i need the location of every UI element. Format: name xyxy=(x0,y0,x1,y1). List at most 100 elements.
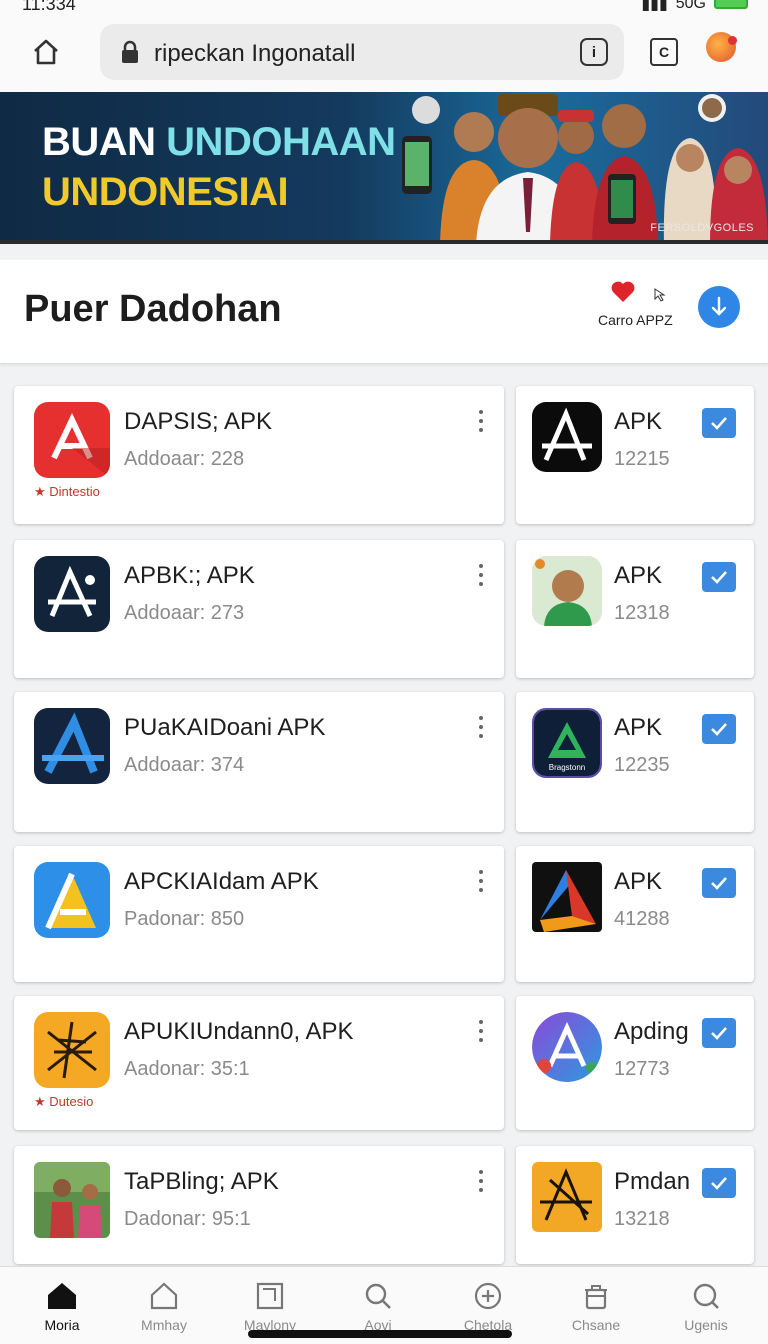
home-indicator[interactable] xyxy=(248,1330,512,1338)
app-downloads: Addoaar: 374 xyxy=(124,754,245,776)
promo-banner[interactable]: BUAN UNDOHAAN UNDONESIAI FERSOLDVGOLES xyxy=(0,92,768,244)
app-icon xyxy=(532,1012,602,1082)
banner-subheadline: UNDONESIAI xyxy=(42,170,289,214)
app-card-compact[interactable]: Bragstonn APK 12235 xyxy=(516,692,754,832)
nav-item-chsane[interactable]: Chsane xyxy=(546,1279,646,1333)
check-icon xyxy=(711,417,727,430)
more-vertical-icon[interactable] xyxy=(478,410,484,432)
featured-tag-text: Dintestio xyxy=(49,484,100,499)
more-vertical-icon[interactable] xyxy=(478,716,484,738)
address-bar[interactable]: ripeckan Ingonatall i xyxy=(100,24,624,80)
app-card[interactable]: APCKIAIdam APK Padonar: 850 xyxy=(14,846,504,982)
checkbox-checked[interactable] xyxy=(702,1018,736,1048)
info-icon[interactable]: i xyxy=(580,38,608,66)
nav-label: Chsane xyxy=(571,1317,621,1333)
battery-icon xyxy=(714,0,748,9)
nav-item-mmhay[interactable]: Mmhay xyxy=(114,1279,214,1333)
checkbox-checked[interactable] xyxy=(702,714,736,744)
tabs-button[interactable]: C xyxy=(650,38,678,66)
nav-item-chetola[interactable]: Chetola xyxy=(438,1279,538,1333)
app-icon xyxy=(532,556,602,626)
banner-credit: FERSOLDVGOLES xyxy=(650,222,754,234)
nav-label: Moria xyxy=(44,1317,80,1333)
download-button[interactable] xyxy=(698,286,740,328)
app-name: APCKIAIdam APK xyxy=(124,868,319,895)
banner-headline: BUAN UNDOHAAN xyxy=(42,120,396,165)
app-downloads: Padonar: 850 xyxy=(124,908,245,930)
more-vertical-icon[interactable] xyxy=(478,1170,484,1192)
app-name: PUaKAIDoani APK xyxy=(124,714,326,741)
status-bar: 11:334 ▮▮▮ 50G xyxy=(0,0,768,12)
check-icon xyxy=(711,877,727,890)
signal-icon: ▮▮▮ xyxy=(641,0,668,12)
app-card-compact[interactable]: Pmdan 13218 xyxy=(516,1146,754,1264)
app-name: APK xyxy=(614,868,663,895)
notification-dot xyxy=(728,36,737,45)
checkbox-checked[interactable] xyxy=(702,1168,736,1198)
app-downloads: Addoaar: 228 xyxy=(124,448,245,470)
app-card-compact[interactable]: APK 12215 xyxy=(516,386,754,524)
app-name: Pmdan xyxy=(614,1168,691,1195)
featured-tag: ★ Dutesio xyxy=(34,1094,94,1109)
app-card-compact[interactable]: APK 41288 xyxy=(516,846,754,982)
app-icon xyxy=(34,556,110,632)
app-icon xyxy=(532,862,602,932)
check-icon xyxy=(711,571,727,584)
app-name: DAPSIS; APK xyxy=(124,408,273,435)
app-name: APBK:; APK xyxy=(124,562,255,589)
url-text: ripeckan Ingonatall xyxy=(154,40,356,67)
nav-item-moria[interactable]: Moria xyxy=(12,1279,112,1333)
check-icon xyxy=(711,1027,727,1040)
check-icon xyxy=(711,1177,727,1190)
more-vertical-icon[interactable] xyxy=(478,1020,484,1042)
app-card-compact[interactable]: APK 12318 xyxy=(516,540,754,678)
search-icon xyxy=(365,1283,391,1309)
nav-item-ugenis[interactable]: Ugenis xyxy=(656,1279,756,1333)
home-outline-icon xyxy=(150,1282,178,1310)
app-downloads: Addoaar: 273 xyxy=(124,602,245,624)
app-icon xyxy=(34,402,110,478)
nav-label: Ugenis xyxy=(684,1317,728,1333)
app-id: 12318 xyxy=(614,602,670,624)
plus-circle-icon xyxy=(474,1282,502,1310)
page-title: Puer Dadohan xyxy=(24,288,282,330)
app-card[interactable]: DAPSIS; APK Addoaar: 228 ★ Dintestio xyxy=(14,386,504,524)
app-name: TaPBling; APK xyxy=(124,1168,279,1195)
status-icons: ▮▮▮ 50G xyxy=(641,0,748,12)
checkbox-checked[interactable] xyxy=(702,408,736,438)
home-icon xyxy=(34,39,58,65)
home-button[interactable] xyxy=(26,32,66,72)
app-id: 12773 xyxy=(614,1058,670,1080)
more-vertical-icon[interactable] xyxy=(478,870,484,892)
app-name: APK xyxy=(614,562,663,589)
app-icon-caption: Bragstonn xyxy=(549,763,585,772)
more-vertical-icon[interactable] xyxy=(478,564,484,586)
catalog-label[interactable]: Carro APPZ xyxy=(598,312,673,328)
app-id: 12235 xyxy=(614,754,670,776)
app-id: 13218 xyxy=(614,1208,670,1230)
heart-icon[interactable] xyxy=(610,280,636,304)
search-icon xyxy=(693,1283,719,1309)
banner-headline-cyan: UNDOHAAN xyxy=(166,120,396,164)
app-name: APK xyxy=(614,714,663,741)
section-header: Puer Dadohan Carro APPZ xyxy=(0,260,768,364)
square-icon xyxy=(256,1282,284,1310)
app-icon xyxy=(532,402,602,472)
app-card[interactable]: APUKIUndann0, APK Aadonar: 35:1 ★ Dutesi… xyxy=(14,996,504,1130)
app-name: APUKIUndann0, APK xyxy=(124,1018,354,1045)
app-name: APK xyxy=(614,408,663,435)
featured-tag-text: Dutesio xyxy=(49,1094,94,1109)
featured-tag: ★ Dintestio xyxy=(34,484,100,499)
nav-item-aovi[interactable]: Aovi xyxy=(328,1279,428,1333)
app-card-compact[interactable]: Apding 12773 xyxy=(516,996,754,1130)
app-card[interactable]: TaPBling; APK Dadonar: 95:1 xyxy=(14,1146,504,1264)
app-card[interactable]: APBK:; APK Addoaar: 273 xyxy=(14,540,504,678)
checkbox-checked[interactable] xyxy=(702,562,736,592)
app-name: Apding xyxy=(614,1018,689,1045)
arrow-down-icon xyxy=(711,296,727,316)
app-card[interactable]: PUaKAIDoani APK Addoaar: 374 xyxy=(14,692,504,832)
app-icon: Bragstonn xyxy=(532,708,602,778)
nav-item-mavlony[interactable]: Mavlony xyxy=(220,1279,320,1333)
checkbox-checked[interactable] xyxy=(702,868,736,898)
lock-icon xyxy=(122,40,138,63)
